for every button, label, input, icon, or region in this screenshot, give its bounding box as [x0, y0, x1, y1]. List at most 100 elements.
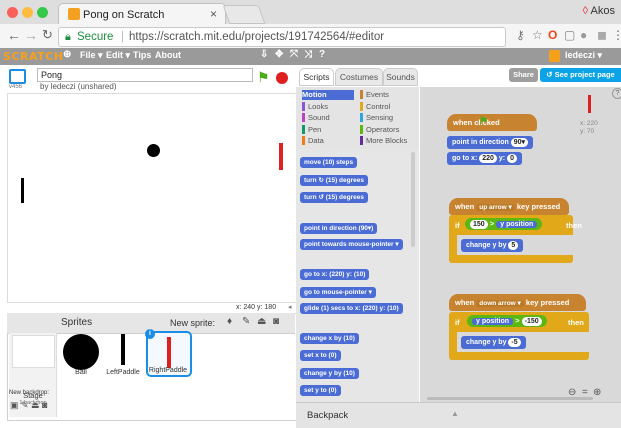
- greater-than-operator-up[interactable]: 150 > y position: [465, 218, 543, 230]
- category-events[interactable]: Events: [360, 90, 412, 100]
- greater-than-operator-down[interactable]: y position > -150: [467, 315, 547, 327]
- green-flag-icon[interactable]: ⚑: [257, 69, 270, 86]
- palette-block-2[interactable]: turn ↺ (15) degrees: [300, 192, 368, 203]
- backpack-expand-icon[interactable]: ▲: [451, 409, 459, 418]
- extension-o-icon[interactable]: O: [548, 28, 557, 42]
- help-icon[interactable]: ?: [319, 49, 325, 60]
- stage[interactable]: [7, 93, 297, 303]
- palette-block-0[interactable]: move (10) steps: [300, 157, 358, 168]
- globe-icon[interactable]: ⊕: [63, 49, 71, 60]
- grow-icon[interactable]: ⤧: [290, 49, 298, 60]
- menu-user[interactable]: ledeczi ▾: [565, 50, 602, 61]
- menu-edit[interactable]: Edit ▾: [106, 50, 130, 61]
- shrink-icon[interactable]: ⤨: [304, 49, 312, 60]
- backdrop-tools-icon[interactable]: ▣ ✎ ⏏ ◙: [10, 400, 48, 411]
- key-icon[interactable]: ⚷: [516, 28, 525, 42]
- scratch-logo[interactable]: SCRATCH: [3, 50, 63, 63]
- palette-block-4[interactable]: point towards mouse-pointer ▾: [300, 239, 403, 250]
- scripts-h-scrollbar[interactable]: [427, 397, 593, 400]
- tab-costumes[interactable]: Costumes: [335, 68, 383, 86]
- fullscreen-icon[interactable]: [9, 69, 26, 84]
- palette-scrollbar[interactable]: [411, 152, 415, 247]
- palette-block-6[interactable]: go to mouse-pointer ▾: [300, 287, 376, 298]
- when-flag-clicked-block[interactable]: when clicked ⚑: [447, 114, 537, 131]
- cut-icon[interactable]: ✥: [275, 49, 283, 60]
- sprite-thumb-rightpaddle[interactable]: RightPaddle i: [145, 329, 192, 377]
- camera-sprite-icon[interactable]: ◙: [273, 316, 279, 327]
- tab-scripts[interactable]: Scripts: [299, 68, 334, 86]
- palette-block-8[interactable]: change x by (10): [300, 333, 359, 344]
- compare-value-up[interactable]: 150: [470, 220, 488, 229]
- help-circle-icon[interactable]: ?: [612, 88, 621, 99]
- category-pen[interactable]: Pen: [302, 124, 354, 135]
- upload-sprite-icon[interactable]: ⏏: [257, 316, 266, 327]
- when-down-arrow-pressed-block[interactable]: when down arrow ▾ key pressed: [449, 294, 586, 311]
- palette-block-9[interactable]: set x to (0): [300, 350, 341, 361]
- goto-y-value[interactable]: 0: [507, 154, 517, 163]
- my-stuff-icon[interactable]: [549, 50, 560, 62]
- category-operators[interactable]: Operators: [360, 124, 412, 135]
- goto-x-value[interactable]: 220: [479, 154, 497, 163]
- backpack-bar[interactable]: Backpack ▲: [296, 402, 621, 428]
- palette-block-3[interactable]: point in direction (90▾): [300, 223, 378, 234]
- category-sound[interactable]: Sound: [302, 113, 354, 123]
- forward-arrow-icon[interactable]: →: [24, 27, 38, 43]
- browser-tab[interactable]: Pong on Scratch ×: [58, 3, 226, 25]
- category-motion[interactable]: Motion: [302, 90, 354, 100]
- menu-file[interactable]: File ▾: [80, 50, 103, 61]
- category-sensing[interactable]: Sensing: [360, 113, 412, 123]
- palette-block-1[interactable]: turn ↻ (15) degrees: [300, 175, 368, 186]
- sprite-info-icon[interactable]: i: [145, 329, 155, 339]
- more-menu-icon[interactable]: ⋮: [612, 28, 621, 42]
- palette-block-5[interactable]: go to x: (220) y: (10): [300, 269, 370, 280]
- share-button[interactable]: Share: [509, 68, 538, 82]
- new-tab-button[interactable]: [222, 5, 266, 24]
- sprite-library-icon[interactable]: ♦: [227, 316, 232, 327]
- palette-block-7[interactable]: glide (1) secs to x: (220) y: (10): [300, 303, 403, 314]
- when-up-arrow-pressed-block[interactable]: when up arrow ▾ key pressed: [449, 198, 569, 215]
- reload-icon[interactable]: ↻: [42, 27, 53, 43]
- browser-user[interactable]: ◊ Akos: [583, 5, 615, 17]
- maximize-window-icon[interactable]: [37, 7, 48, 18]
- down-arrow-dropdown[interactable]: down arrow ▾: [476, 300, 524, 307]
- palette-block-11[interactable]: set y to (0): [300, 385, 341, 396]
- extension-gray-icon[interactable]: ◼: [597, 28, 607, 42]
- direction-value[interactable]: 90▾: [510, 138, 529, 147]
- point-in-direction-block[interactable]: point in direction 90▾: [447, 136, 534, 149]
- address-bar[interactable]: 🔒︎ Secure | https://scratch.mit.edu/proj…: [58, 27, 506, 47]
- menu-about[interactable]: About: [155, 50, 181, 60]
- if-block-up[interactable]: if 150 > y position then change y by 5: [449, 215, 582, 263]
- y-position-reporter-down[interactable]: y position: [472, 318, 514, 325]
- close-window-icon[interactable]: [7, 7, 18, 18]
- change-y-down-block[interactable]: change y by -5: [461, 336, 526, 349]
- see-project-page-button[interactable]: ↺ See project page: [540, 68, 621, 82]
- sprite-thumb-ball[interactable]: Ball: [62, 333, 106, 377]
- zoom-in-icon[interactable]: ⊕: [593, 387, 601, 398]
- tab-sounds[interactable]: Sounds: [383, 68, 418, 86]
- compare-value-down[interactable]: -150: [521, 317, 542, 326]
- menu-tips[interactable]: Tips: [133, 50, 151, 60]
- category-data[interactable]: Data: [302, 136, 354, 146]
- extension-blob-icon[interactable]: ●: [580, 28, 587, 42]
- category-more-blocks[interactable]: More Blocks: [360, 136, 412, 146]
- left-paddle-sprite[interactable]: [21, 178, 24, 203]
- go-to-xy-block[interactable]: go to x: 220 y: 0: [447, 152, 522, 165]
- extension-square-icon[interactable]: ▢: [564, 28, 575, 42]
- category-control[interactable]: Control: [360, 101, 412, 112]
- sprite-thumb-leftpaddle[interactable]: LeftPaddle: [104, 333, 148, 377]
- up-arrow-dropdown[interactable]: up arrow ▾: [476, 204, 515, 211]
- if-block-down[interactable]: if y position > -150 then change y by -5: [449, 312, 589, 360]
- palette-block-10[interactable]: change y by (10): [300, 368, 359, 379]
- duplicate-icon[interactable]: ⇩: [260, 49, 268, 60]
- change-y-up-block[interactable]: change y by 5: [461, 239, 524, 252]
- bookmark-star-icon[interactable]: ☆: [532, 28, 543, 42]
- paint-new-sprite-icon[interactable]: ✎: [242, 316, 250, 327]
- project-title-input[interactable]: Pong: [37, 68, 253, 82]
- minimize-window-icon[interactable]: [22, 7, 33, 18]
- tab-close-icon[interactable]: ×: [210, 7, 217, 21]
- stage-collapse-icon[interactable]: ◂: [288, 303, 292, 311]
- y-position-reporter-up[interactable]: y position: [496, 221, 538, 228]
- ball-sprite[interactable]: [147, 144, 160, 157]
- stop-icon[interactable]: [276, 72, 288, 84]
- right-paddle-sprite[interactable]: [279, 143, 283, 170]
